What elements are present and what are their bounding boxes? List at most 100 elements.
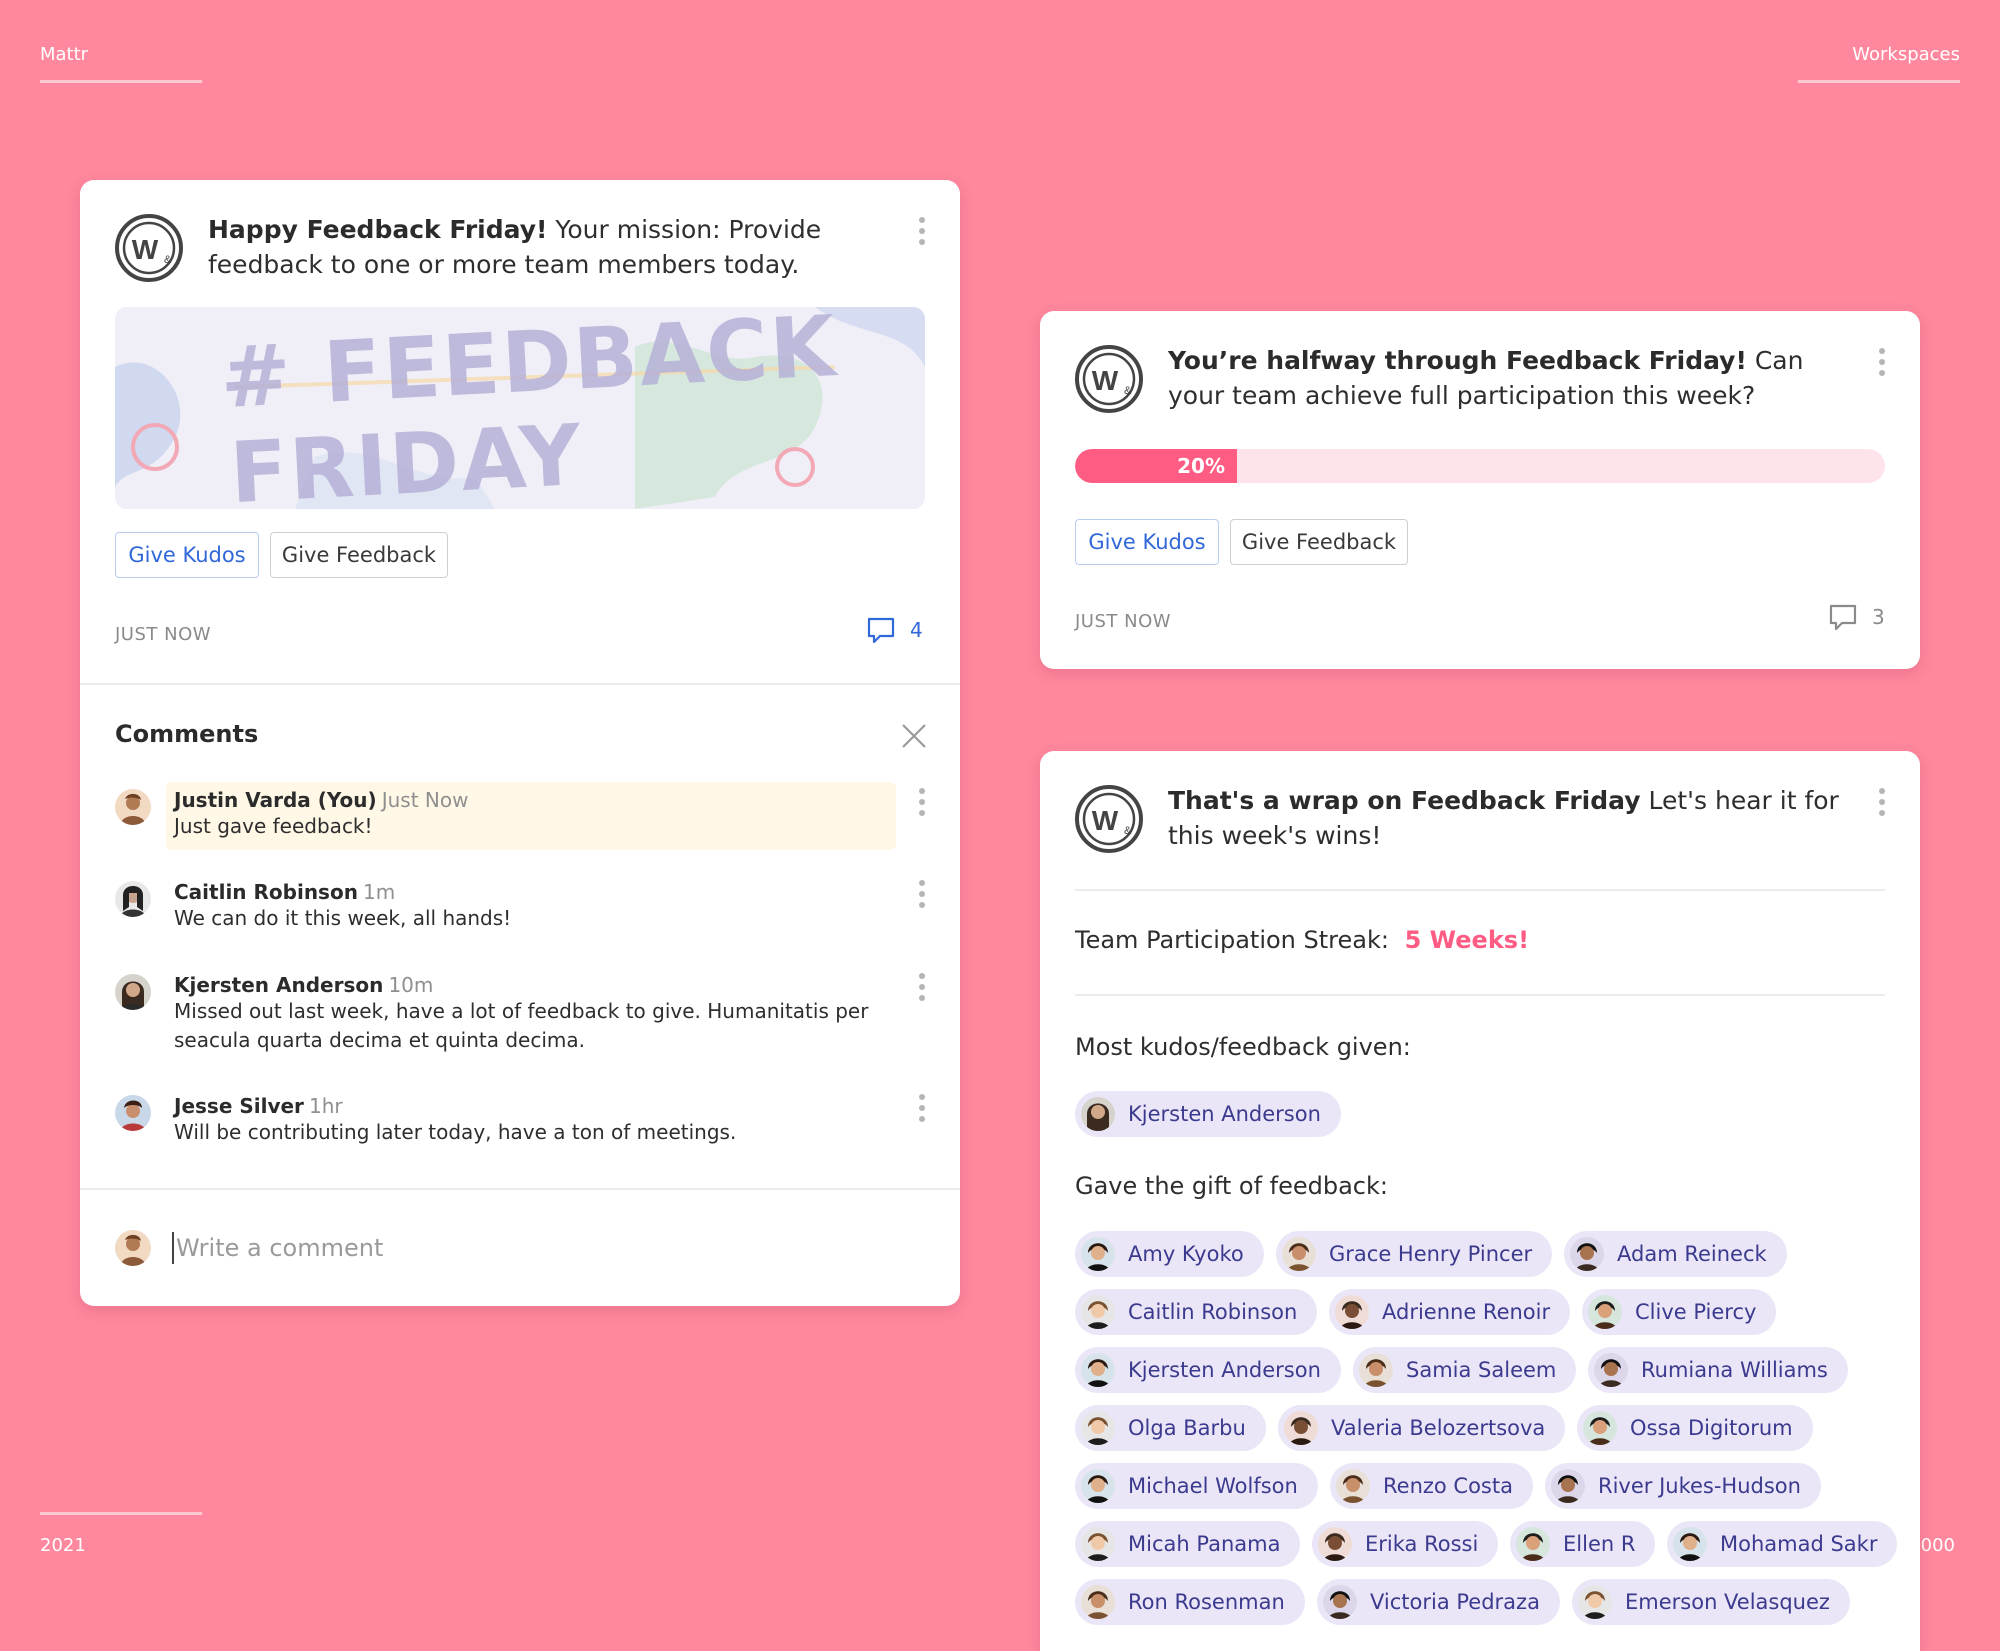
comment-menu-button[interactable]: [910, 969, 934, 1005]
feedback-giver-name: Emerson Velasquez: [1625, 1590, 1830, 1614]
feedback-giver-chip[interactable]: River Jukes-Hudson: [1545, 1463, 1821, 1509]
comment-bubble-icon: [1829, 604, 1857, 631]
user-avatar: [1594, 1353, 1628, 1387]
feedback-friday-post-card: W & Happy Feedback Friday! Your mission:…: [80, 180, 960, 1306]
give-feedback-button[interactable]: Give Feedback: [270, 532, 448, 578]
feedback-giver-chip[interactable]: Grace Henry Pincer: [1276, 1231, 1553, 1277]
post-menu-button[interactable]: [1870, 344, 1894, 380]
feedback-giver-chip[interactable]: Clive Piercy: [1582, 1289, 1777, 1335]
feedback-giver-chip[interactable]: Amy Kyoko: [1075, 1231, 1264, 1277]
progress-label: 20%: [1177, 454, 1225, 478]
user-avatar: [115, 1095, 151, 1131]
user-avatar: [1318, 1527, 1352, 1561]
comment-toggle[interactable]: 4: [866, 616, 923, 644]
feedback-giver-name: Micah Panama: [1128, 1532, 1281, 1556]
post-menu-button[interactable]: [910, 213, 934, 249]
user-avatar: [1323, 1585, 1357, 1619]
svg-text:W: W: [132, 234, 159, 265]
comment-bubble-icon: [867, 617, 895, 644]
feedback-giver-name: Ron Rosenman: [1128, 1590, 1285, 1614]
user-avatar: [115, 881, 151, 917]
user-avatar: [1081, 1353, 1115, 1387]
feedback-giver-chip[interactable]: Ellen R: [1510, 1521, 1656, 1567]
feedback-giver-chip[interactable]: Michael Wolfson: [1075, 1463, 1318, 1509]
comment-time: 10m: [388, 973, 434, 997]
feedback-giver-name: Valeria Belozertsova: [1331, 1416, 1546, 1440]
feedback-giver-name: Ossa Digitorum: [1630, 1416, 1793, 1440]
comment-text: We can do it this week, all hands!: [174, 906, 512, 930]
feedback-giver-chip[interactable]: Emerson Velasquez: [1572, 1579, 1850, 1625]
feedback-giver-chip[interactable]: Adam Reineck: [1564, 1231, 1787, 1277]
text-caret: [172, 1232, 174, 1264]
post-headline-bold: Happy Feedback Friday!: [208, 215, 548, 244]
workspace-logo-icon: W &: [115, 214, 183, 282]
feedback-giver-chip[interactable]: Adrienne Renoir: [1329, 1289, 1571, 1335]
user-avatar: [1578, 1585, 1612, 1619]
give-feedback-button[interactable]: Give Feedback: [1230, 519, 1408, 565]
feedback-giver-name: Caitlin Robinson: [1128, 1300, 1298, 1324]
user-avatar: [1516, 1527, 1550, 1561]
user-avatar: [115, 789, 151, 825]
comment-menu-button[interactable]: [910, 1090, 934, 1126]
comment-text: Missed out last week, have a lot of feed…: [174, 999, 869, 1052]
close-icon[interactable]: [900, 722, 928, 750]
feedback-giver-chip[interactable]: Samia Saleem: [1353, 1347, 1577, 1393]
user-avatar: [1081, 1295, 1115, 1329]
feedback-giver-name: Victoria Pedraza: [1370, 1590, 1540, 1614]
banner-title-line2: FRIDAY: [227, 405, 586, 509]
feedback-giver-name: River Jukes-Hudson: [1598, 1474, 1801, 1498]
feedback-giver-chip[interactable]: Ossa Digitorum: [1577, 1405, 1813, 1451]
user-avatar: [1359, 1353, 1393, 1387]
feedback-giver-chip[interactable]: Mohamad Sakr: [1667, 1521, 1898, 1567]
feedback-giver-chip[interactable]: Erika Rossi: [1312, 1521, 1499, 1567]
comment-author: Justin Varda (You): [174, 788, 377, 812]
comment-author: Jesse Silver: [174, 1094, 304, 1118]
post-headline: Happy Feedback Friday! Your mission: Pro…: [208, 212, 888, 282]
section-underline: [1798, 80, 1960, 83]
feedback-giver-chip[interactable]: Olga Barbu: [1075, 1405, 1266, 1451]
comment-item: Caitlin Robinson 1m We can do it this we…: [80, 874, 960, 946]
comment-count: 4: [910, 618, 923, 642]
year-label: 2021: [40, 1535, 86, 1556]
comment-input[interactable]: Write a comment: [172, 1228, 912, 1268]
comment-input-placeholder: Write a comment: [176, 1234, 384, 1262]
comment-menu-button[interactable]: [910, 784, 934, 820]
user-avatar: [1673, 1527, 1707, 1561]
feedback-giver-name: Ellen R: [1563, 1532, 1636, 1556]
feedback-giver-name: Michael Wolfson: [1128, 1474, 1298, 1498]
feedback-giver-chip[interactable]: Micah Panama: [1075, 1521, 1301, 1567]
svg-text:&: &: [1124, 385, 1132, 397]
feedback-giver-chip[interactable]: Kjersten Anderson: [1075, 1347, 1341, 1393]
give-kudos-button[interactable]: Give Kudos: [1075, 519, 1219, 565]
comment-menu-button[interactable]: [910, 876, 934, 912]
feedback-giver-name: Mohamad Sakr: [1720, 1532, 1878, 1556]
workspace-logo-icon: W &: [1075, 345, 1143, 413]
feedback-giver-chip[interactable]: Valeria Belozertsova: [1278, 1405, 1566, 1451]
feedback-giver-chip[interactable]: Ron Rosenman: [1075, 1579, 1305, 1625]
comment-item: Kjersten Anderson 10m Missed out last we…: [80, 967, 960, 1067]
feedback-giver-name: Adrienne Renoir: [1382, 1300, 1551, 1324]
feedback-giver-chip[interactable]: Caitlin Robinson: [1075, 1289, 1318, 1335]
comment-toggle[interactable]: 3: [1828, 603, 1885, 631]
give-kudos-button[interactable]: Give Kudos: [115, 532, 259, 578]
feedback-giver-name: Olga Barbu: [1128, 1416, 1246, 1440]
user-avatar: [1335, 1295, 1369, 1329]
participation-progress-bar: 20%: [1075, 449, 1885, 483]
brand-underline: [40, 80, 202, 83]
user-avatar: [1588, 1295, 1622, 1329]
wrap-up-card: W & That's a wrap on Feedback Friday Let…: [1040, 751, 1920, 1651]
card-divider: [80, 683, 960, 685]
feedback-giver-chip[interactable]: Rumiana Williams: [1588, 1347, 1848, 1393]
feedback-giver-chip[interactable]: Victoria Pedraza: [1317, 1579, 1560, 1625]
comment-time: 1hr: [309, 1094, 343, 1118]
comment-author: Caitlin Robinson: [174, 880, 358, 904]
user-avatar: [1284, 1411, 1318, 1445]
comment-time: 1m: [363, 880, 396, 904]
year-overline: [40, 1512, 202, 1515]
user-avatar: [1336, 1469, 1370, 1503]
comment-author: Kjersten Anderson: [174, 973, 384, 997]
feedback-giver-chip[interactable]: Renzo Costa: [1330, 1463, 1533, 1509]
brand-label: Mattr: [40, 44, 89, 65]
user-avatar: [1081, 1469, 1115, 1503]
comment-text: Just gave feedback!: [174, 814, 373, 838]
